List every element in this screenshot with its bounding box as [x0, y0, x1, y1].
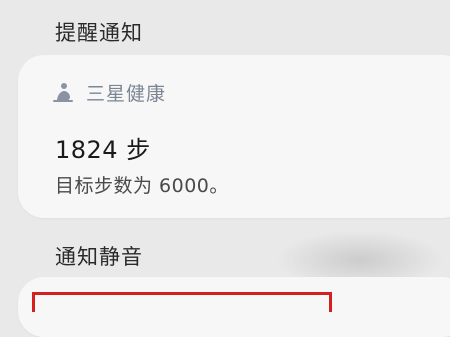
highlight-frame: [32, 292, 332, 312]
section-header-reminder: 提醒通知: [55, 21, 143, 45]
notification-steps: 1824 步: [55, 136, 151, 164]
section-header-mute: 通知静音: [55, 245, 143, 269]
samsung-health-icon: [52, 82, 74, 104]
notification-app-name: 三星健康: [86, 83, 167, 105]
notification-card[interactable]: 三星健康 1824 步 目标步数为 6000。: [18, 55, 450, 218]
notification-goal: 目标步数为 6000。: [55, 175, 229, 197]
notification-app-row: 三星健康: [52, 79, 166, 106]
